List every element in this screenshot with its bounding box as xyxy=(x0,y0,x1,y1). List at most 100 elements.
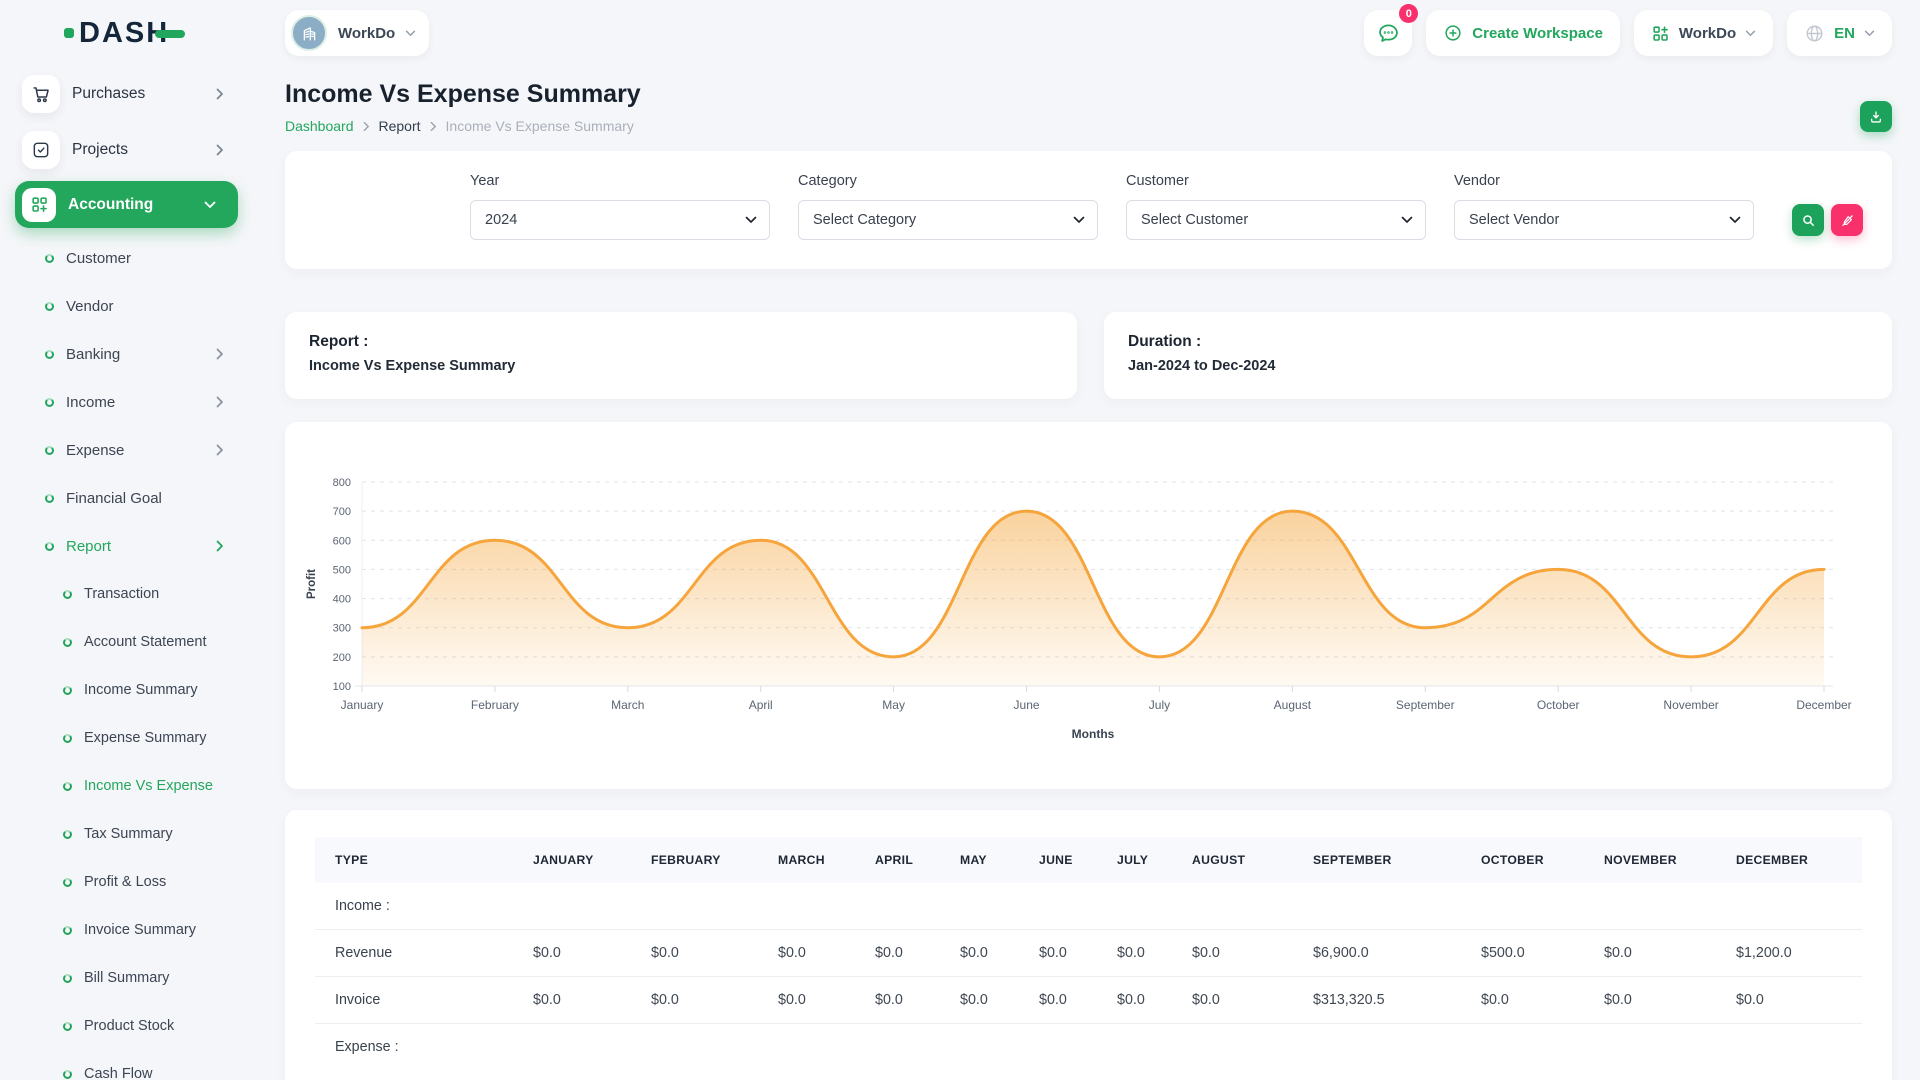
bullet-icon xyxy=(45,494,54,503)
bullet-icon xyxy=(45,398,54,407)
sidebar-item-customer[interactable]: Customer xyxy=(0,234,260,282)
table-cell: $0.0 xyxy=(1584,977,1716,1024)
sidebar-item-cash-flow[interactable]: Cash Flow xyxy=(0,1050,260,1080)
breadcrumb-dashboard[interactable]: Dashboard xyxy=(285,118,354,134)
vendor-select[interactable]: Select Vendor xyxy=(1454,200,1754,240)
column-header-october: OCTOBER xyxy=(1461,837,1584,883)
download-report-button[interactable] xyxy=(1860,101,1892,132)
sidebar-item-vendor[interactable]: Vendor xyxy=(0,282,260,330)
table-cell: $1,200.0 xyxy=(1716,930,1862,977)
chevron-right-icon xyxy=(363,121,370,132)
logo-dot xyxy=(64,28,74,38)
table-cell xyxy=(631,883,758,930)
table-cell xyxy=(1097,883,1172,930)
sidebar-item-report[interactable]: Report xyxy=(0,522,260,570)
sidebar-item-product-stock[interactable]: Product Stock xyxy=(0,1002,260,1050)
svg-text:400: 400 xyxy=(333,594,351,606)
sidebar-item-label: Bill Summary xyxy=(84,970,169,986)
download-icon xyxy=(1868,109,1884,125)
sidebar-item-bill-summary[interactable]: Bill Summary xyxy=(0,954,260,1002)
create-workspace-button[interactable]: Create Workspace xyxy=(1426,10,1620,56)
row-label: Income : xyxy=(315,883,513,930)
table-cell: $0.0 xyxy=(1461,977,1584,1024)
svg-text:January: January xyxy=(341,698,384,712)
customer-filter: Customer Select Customer xyxy=(1126,173,1426,240)
year-select-value: 2024 xyxy=(485,212,517,228)
year-select[interactable]: 2024 xyxy=(470,200,770,240)
row-label: Expense : xyxy=(315,1024,513,1071)
svg-text:700: 700 xyxy=(333,506,351,518)
svg-text:March: March xyxy=(611,698,644,712)
bullet-icon xyxy=(45,542,54,551)
bullet-icon xyxy=(63,590,72,599)
table-cell: $0.0 xyxy=(1172,977,1293,1024)
workspace-switcher[interactable]: WorkDo xyxy=(285,10,429,56)
column-header-december: DECEMBER xyxy=(1716,837,1862,883)
sidebar-item-financial-goal[interactable]: Financial Goal xyxy=(0,474,260,522)
sidebar-item-income-summary[interactable]: Income Summary xyxy=(0,666,260,714)
sidebar-item-transaction[interactable]: Transaction xyxy=(0,570,260,618)
vendor-filter: Vendor Select Vendor xyxy=(1454,173,1754,240)
table-cell xyxy=(855,883,940,930)
apply-filter-button[interactable] xyxy=(1792,204,1824,236)
chevron-right-icon xyxy=(216,540,224,552)
column-header-november: NOVEMBER xyxy=(1584,837,1716,883)
sidebar-item-tax-summary[interactable]: Tax Summary xyxy=(0,810,260,858)
messages-button[interactable]: 0 xyxy=(1364,10,1412,56)
sidebar-item-expense-summary[interactable]: Expense Summary xyxy=(0,714,260,762)
create-workspace-label: Create Workspace xyxy=(1472,25,1603,42)
vendor-select-value: Select Vendor xyxy=(1469,212,1559,228)
sidebar-item-label: Customer xyxy=(66,250,131,267)
year-label: Year xyxy=(470,173,770,189)
sidebar-item-accounting[interactable]: Accounting xyxy=(15,181,238,228)
sidebar-item-purchases[interactable]: Purchases xyxy=(0,66,260,122)
table-cell: $0.0 xyxy=(1019,977,1097,1024)
customer-select-value: Select Customer xyxy=(1141,212,1248,228)
sidebar-item-label: Income Vs Expense xyxy=(84,778,213,794)
sidebar-item-income-vs-expense[interactable]: Income Vs Expense xyxy=(0,762,260,810)
sidebar-item-label: Income Summary xyxy=(84,682,198,698)
vendor-label: Vendor xyxy=(1454,173,1754,189)
chevron-down-icon xyxy=(1401,216,1413,224)
workdo-menu-button[interactable]: WorkDo xyxy=(1634,10,1773,56)
language-selector[interactable]: EN xyxy=(1787,10,1892,56)
chevron-right-icon xyxy=(216,144,224,156)
customer-select[interactable]: Select Customer xyxy=(1126,200,1426,240)
sidebar-item-banking[interactable]: Banking xyxy=(0,330,260,378)
sidebar-item-projects[interactable]: Projects xyxy=(0,122,260,178)
svg-text:October: October xyxy=(1537,698,1580,712)
workdo-menu-label: WorkDo xyxy=(1679,25,1736,42)
sidebar-item-invoice-summary[interactable]: Invoice Summary xyxy=(0,906,260,954)
svg-text:100: 100 xyxy=(333,681,351,693)
svg-text:200: 200 xyxy=(333,652,351,664)
sidebar-item-expense[interactable]: Expense xyxy=(0,426,260,474)
svg-text:February: February xyxy=(471,698,519,712)
grid-plus-icon xyxy=(30,195,49,214)
category-select[interactable]: Select Category xyxy=(798,200,1098,240)
table-cell: $0.0 xyxy=(758,930,855,977)
sidebar-item-label: Report xyxy=(66,538,111,555)
reset-filter-button[interactable] xyxy=(1831,204,1863,236)
table-row-expense: Expense : xyxy=(315,1024,1862,1071)
table-cell xyxy=(513,1024,631,1071)
bullet-icon xyxy=(63,638,72,647)
chevron-down-icon xyxy=(1073,216,1085,224)
page-head: Income Vs Expense Summary Dashboard Repo… xyxy=(285,80,1892,134)
search-icon xyxy=(1801,213,1816,228)
chevron-right-icon xyxy=(216,396,224,408)
duration-summary-value: Jan-2024 to Dec-2024 xyxy=(1128,358,1868,374)
chevron-right-icon xyxy=(216,348,224,360)
logo[interactable]: DASH xyxy=(0,0,260,66)
table-cell xyxy=(1461,1024,1584,1071)
sidebar-item-profit-loss[interactable]: Profit & Loss xyxy=(0,858,260,906)
column-header-february: FEBRUARY xyxy=(631,837,758,883)
breadcrumb-report[interactable]: Report xyxy=(379,118,421,134)
column-header-january: JANUARY xyxy=(513,837,631,883)
bullet-icon xyxy=(63,1022,72,1031)
sidebar-item-account-statement[interactable]: Account Statement xyxy=(0,618,260,666)
sidebar-item-income[interactable]: Income xyxy=(0,378,260,426)
bullet-icon xyxy=(63,974,72,983)
chevron-right-icon xyxy=(430,121,437,132)
bullet-icon xyxy=(63,734,72,743)
building-icon xyxy=(300,24,319,43)
